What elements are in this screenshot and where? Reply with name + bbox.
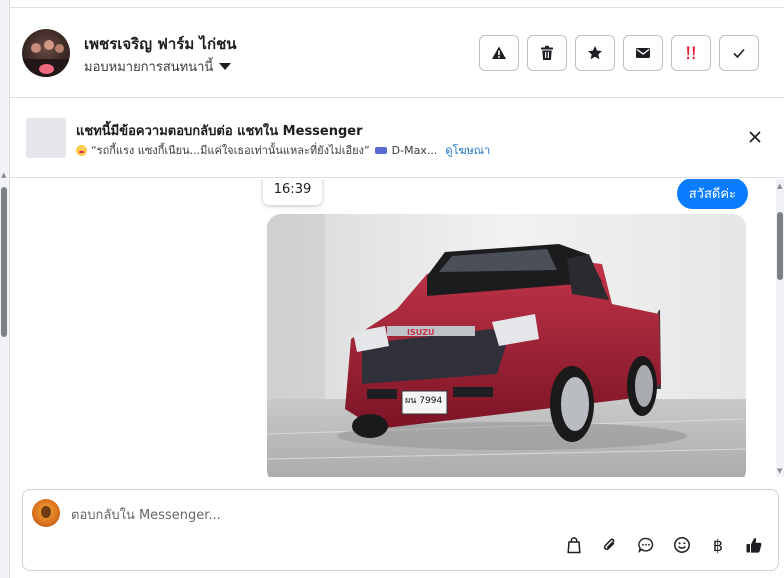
outgoing-message[interactable]: สวัสดีค่ะ: [676, 179, 748, 209]
star-icon: [588, 46, 602, 60]
delete-button[interactable]: [527, 35, 567, 71]
star-button[interactable]: [575, 35, 615, 71]
checkmark-icon: [733, 48, 745, 59]
chat-bubble-icon: [638, 537, 654, 554]
saved-replies-button[interactable]: [634, 533, 658, 557]
avatar: [32, 499, 60, 527]
header-actions: [479, 35, 759, 71]
payment-button[interactable]: ฿: [706, 533, 730, 557]
ad-thumbnail: [26, 118, 66, 158]
like-button[interactable]: [742, 533, 766, 557]
warning-icon: [492, 46, 506, 59]
ad-product: D-Max...: [391, 143, 438, 157]
page-title[interactable]: เพชรเจริญ ฟาร์ม ไก่ชน: [84, 32, 237, 56]
avatar[interactable]: [22, 29, 70, 77]
message-thread[interactable]: สวัสดีค่ะ ISUZU ผน 7994 16:39: [10, 179, 776, 477]
smiley-icon: [674, 537, 690, 553]
reply-input[interactable]: [71, 506, 571, 524]
attach-file-button[interactable]: [598, 533, 622, 557]
scroll-up-arrow-icon[interactable]: ▲: [1, 171, 6, 179]
scrollbar-thumb[interactable]: [1, 187, 7, 337]
pickup-truck-image: ISUZU ผน 7994: [267, 214, 746, 477]
shopping-bag-button[interactable]: [562, 533, 586, 557]
left-scrollbar[interactable]: ▲: [0, 0, 10, 578]
composer-tools: ฿: [562, 533, 766, 557]
svg-text:ผน 7994: ผน 7994: [405, 396, 442, 406]
trash-icon: [541, 45, 553, 60]
baht-icon: ฿: [712, 535, 724, 555]
scroll-up-arrow-icon[interactable]: ▲: [777, 182, 782, 190]
envelope-icon: [636, 48, 650, 58]
reply-composer: ฿: [22, 489, 779, 571]
thread-scrollbar[interactable]: ▲ ▼: [776, 179, 784, 477]
face-emoji-icon: [76, 144, 87, 156]
car-emoji-icon: [374, 146, 387, 154]
thumbs-up-icon: [746, 538, 762, 553]
ad-quote: “รถกี้แรง แซงกี้เนียน...มีแค่ใจเธอเท่านั…: [91, 144, 370, 157]
follow-up-button[interactable]: [671, 35, 711, 71]
assign-conversation-dropdown[interactable]: มอบหมายการสนทนานี้: [84, 56, 232, 77]
close-icon[interactable]: [748, 130, 762, 144]
view-ad-link[interactable]: ดูโฆษณา: [445, 141, 490, 159]
ad-snippet: “รถกี้แรง แซงกี้เนียน...มีแค่ใจเธอเท่านั…: [76, 141, 490, 159]
banner-title: แชทนี้มีข้อความตอบกลับต่อ แชทใน Messenge…: [76, 124, 363, 139]
scrollbar-thumb[interactable]: [777, 212, 783, 280]
top-border: [10, 0, 784, 8]
mark-done-button[interactable]: [719, 35, 759, 71]
assign-label: มอบหมายการสนทนานี้: [84, 60, 214, 75]
ad-reply-banner: แชทนี้มีข้อความตอบกลับต่อ แชทใน Messenge…: [10, 99, 784, 178]
caret-down-icon: [219, 63, 232, 70]
paperclip-icon: [603, 538, 615, 551]
double-exclamation-icon: [687, 46, 695, 60]
shopping-bag-icon: [567, 537, 581, 554]
message-photo[interactable]: ISUZU ผน 7994: [267, 214, 746, 477]
timestamp-tooltip: 16:39: [263, 179, 322, 205]
svg-text:ISUZU: ISUZU: [407, 328, 435, 337]
scroll-down-arrow-icon[interactable]: ▼: [777, 467, 782, 475]
emoji-button[interactable]: [670, 533, 694, 557]
mark-unread-button[interactable]: [623, 35, 663, 71]
conversation-header: เพชรเจริญ ฟาร์ม ไก่ชน มอบหมายการสนทนานี้: [10, 9, 784, 98]
report-button[interactable]: [479, 35, 519, 71]
